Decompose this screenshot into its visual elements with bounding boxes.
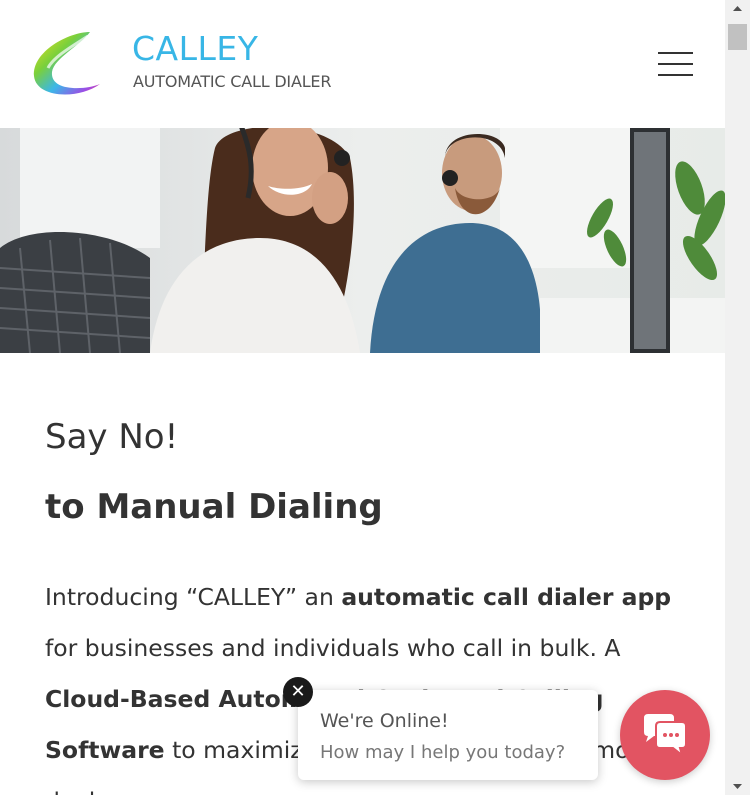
- site-header: CALLEY AUTOMATIC CALL DIALER: [0, 0, 725, 128]
- chat-launcher-button[interactable]: [620, 690, 710, 780]
- main-content: Say No! to Manual Dialing Introducing “C…: [45, 417, 685, 795]
- hero-photo: [0, 128, 725, 353]
- intro-bold-1: automatic call dialer app: [341, 583, 672, 611]
- chat-icon: [644, 714, 687, 756]
- close-icon[interactable]: ✕: [283, 677, 313, 707]
- headline-manual-dialing: to Manual Dialing: [45, 490, 383, 524]
- scroll-up-arrow-icon[interactable]: [725, 0, 750, 18]
- intro-text-2: for businesses and individuals who call …: [45, 634, 621, 662]
- page-scrollbar[interactable]: [725, 0, 750, 795]
- intro-text-1: Introducing “CALLEY” an: [45, 583, 342, 611]
- headline-say-no: Say No!: [45, 417, 179, 457]
- page: CALLEY AUTOMATIC CALL DIALER Say No! to …: [0, 0, 725, 795]
- scroll-down-arrow-icon[interactable]: [725, 777, 750, 795]
- chat-title: We're Online!: [320, 710, 449, 732]
- brand-tagline: AUTOMATIC CALL DIALER: [133, 72, 332, 91]
- chat-greeting-bubble[interactable]: We're Online! How may I help you today?: [298, 690, 598, 780]
- calley-logo-icon[interactable]: [28, 28, 104, 100]
- headline-bold: Manual Dialing: [96, 487, 383, 527]
- hamburger-menu-icon[interactable]: [656, 50, 696, 78]
- headline-prefix: to: [45, 487, 97, 527]
- brand-name[interactable]: CALLEY: [132, 32, 258, 65]
- scroll-thumb[interactable]: [728, 24, 747, 50]
- chat-subtitle: How may I help you today?: [320, 742, 566, 763]
